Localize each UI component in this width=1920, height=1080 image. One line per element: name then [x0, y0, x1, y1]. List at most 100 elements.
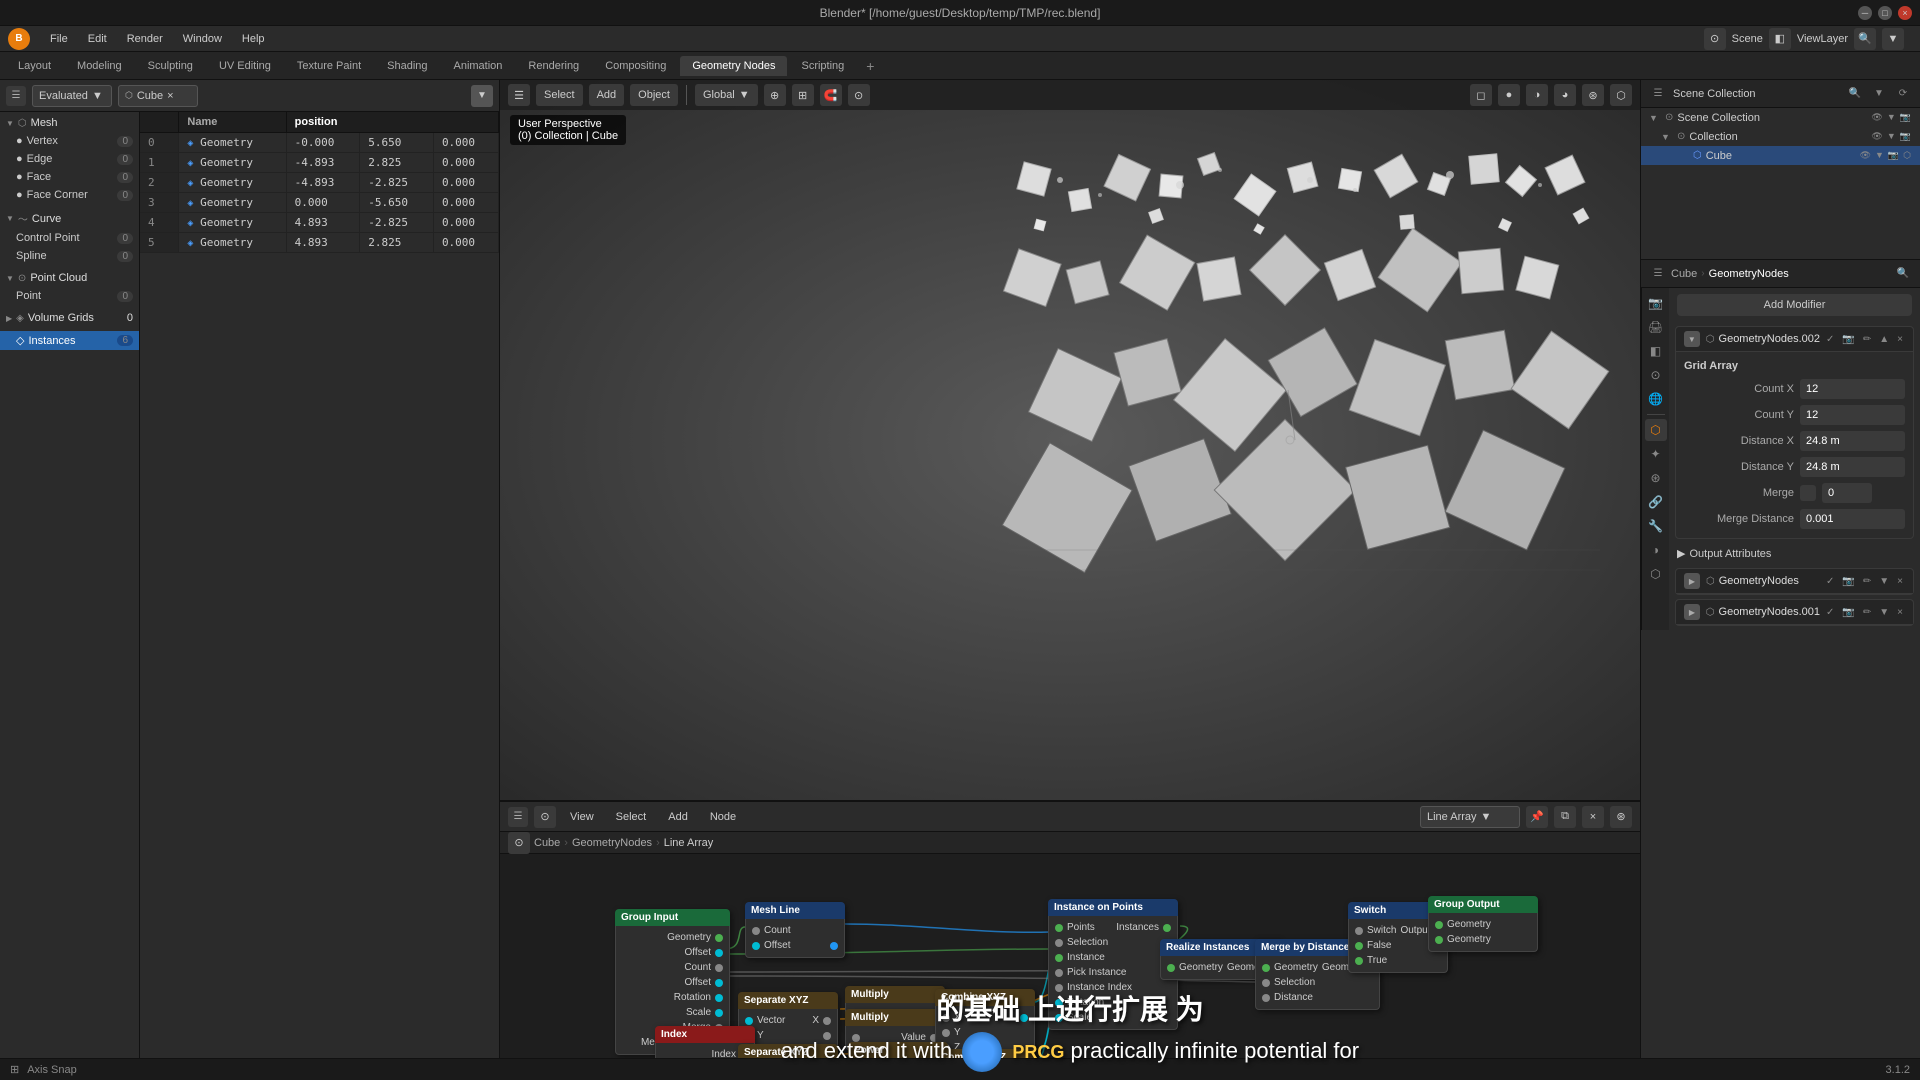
node-editor-type-dropdown[interactable]: Line Array ▼ — [1420, 806, 1520, 828]
props-output-icon[interactable]: 🖨 — [1645, 316, 1667, 338]
menu-window[interactable]: Window — [175, 31, 230, 47]
props-physics-icon[interactable]: ⊛ — [1645, 467, 1667, 489]
geonodes-edit-icon[interactable]: ✏ — [1861, 574, 1873, 589]
object-button[interactable]: Object — [630, 84, 678, 106]
props-data-icon[interactable]: ⬡ — [1645, 563, 1667, 585]
vis-eye-icon[interactable]: 👁 — [1870, 111, 1883, 124]
instance-on-points-node[interactable]: Instance on Points Points Instances Sele… — [1048, 899, 1178, 1030]
geonodes-close-icon[interactable]: × — [1895, 574, 1905, 589]
shading-material-icon[interactable]: ◑ — [1526, 84, 1548, 106]
cube-render-icon[interactable]: 📷 — [1887, 149, 1900, 162]
attr-face-corner[interactable]: ●Face Corner 0 — [0, 186, 139, 204]
spreadsheet-menu-icon[interactable]: ☰ — [6, 86, 26, 106]
coll-render-icon[interactable]: 📷 — [1899, 130, 1912, 143]
col-position[interactable]: position — [286, 112, 498, 133]
menu-help[interactable]: Help — [234, 31, 273, 47]
geonodes-002-expand-icon[interactable]: ▲ — [1877, 332, 1891, 347]
outliner-cube[interactable]: ⬡ Cube 👁 ▼ 📷 ⬡ — [1641, 146, 1920, 165]
shading-wire-icon[interactable]: ◻ — [1470, 84, 1492, 106]
geonodes-002-realtime-icon[interactable]: ✓ — [1824, 332, 1836, 347]
node-node-button[interactable]: Node — [702, 809, 744, 825]
tab-compositing[interactable]: Compositing — [593, 56, 678, 76]
node-add-button[interactable]: Add — [660, 809, 696, 825]
tab-sculpting[interactable]: Sculpting — [136, 56, 205, 76]
geonodes-001-edit-icon[interactable]: ✏ — [1861, 605, 1873, 620]
tab-shading[interactable]: Shading — [375, 56, 439, 76]
mode-dropdown[interactable]: Evaluated ▼ — [32, 85, 112, 107]
tab-rendering[interactable]: Rendering — [516, 56, 591, 76]
viewport-area[interactable]: ☰ Select Add Object Global ▼ ⊕ ⊞ 🧲 ⊙ ◻ ●… — [500, 80, 1640, 800]
viewport-scene[interactable] — [500, 80, 1640, 800]
coll-filter-icon[interactable]: ▼ — [1886, 130, 1897, 143]
tab-scripting[interactable]: Scripting — [789, 56, 856, 76]
node-select-button[interactable]: Select — [608, 809, 655, 825]
geonodes-rt-icon[interactable]: ✓ — [1824, 574, 1836, 589]
select-button[interactable]: Select — [536, 84, 583, 106]
props-constraints-icon[interactable]: 🔗 — [1645, 491, 1667, 513]
menu-file[interactable]: File — [42, 31, 76, 47]
node-copy-icon[interactable]: ⧉ — [1554, 806, 1576, 828]
group-output-node[interactable]: Group Output Geometry Geometry — [1428, 896, 1538, 952]
geonodes-002-render-icon[interactable]: 📷 — [1840, 332, 1856, 347]
xray-icon[interactable]: ⬡ — [1610, 84, 1632, 106]
geonodes-001-expand-icon[interactable]: ▼ — [1877, 605, 1891, 620]
tab-uv-editing[interactable]: UV Editing — [207, 56, 283, 76]
geonodes-002-close-icon[interactable]: × — [1895, 332, 1905, 347]
count-x-value[interactable]: 12 — [1800, 379, 1905, 399]
node-view-button[interactable]: View — [562, 809, 602, 825]
vis-filter-icon[interactable]: ▼ — [1886, 111, 1897, 124]
props-menu-icon[interactable]: ☰ — [1649, 265, 1667, 283]
tab-geometry-nodes[interactable]: Geometry Nodes — [680, 56, 787, 76]
geonodes-001-close-icon[interactable]: × — [1895, 605, 1905, 620]
props-geonodes-breadcrumb[interactable]: GeometryNodes — [1709, 268, 1789, 280]
merge-value[interactable]: 0 — [1822, 483, 1872, 503]
props-scene-icon[interactable]: ⊙ — [1645, 364, 1667, 386]
breadcrumb-geonodes[interactable]: GeometryNodes — [572, 837, 652, 849]
geonodes-001-render-icon[interactable]: 📷 — [1840, 605, 1856, 620]
add-button[interactable]: Add — [589, 84, 625, 106]
transform-icon-2[interactable]: ⊞ — [792, 84, 814, 106]
add-tab-button[interactable]: + — [858, 54, 882, 78]
props-cube-breadcrumb[interactable]: Cube — [1671, 268, 1697, 280]
outliner-collection[interactable]: ▼ ⊙ Collection 👁 ▼ 📷 — [1641, 127, 1920, 146]
close-button[interactable]: × — [1898, 6, 1912, 20]
geonodes-002-collapse-icon[interactable]: ▼ — [1684, 331, 1700, 347]
menu-render[interactable]: Render — [119, 31, 171, 47]
props-modifiers-icon[interactable]: 🔧 — [1645, 515, 1667, 537]
cube-vis-icon[interactable]: 👁 — [1859, 149, 1872, 162]
outliner-scene-collection[interactable]: ▼ ⊙ Scene Collection 👁 ▼ 📷 — [1641, 108, 1920, 127]
outliner-menu-icon[interactable]: ☰ — [1649, 85, 1667, 103]
node-editor-menu-icon[interactable]: ☰ — [508, 807, 528, 827]
add-modifier-button[interactable]: Add Modifier — [1677, 294, 1912, 316]
cube-geo-icon[interactable]: ⬡ — [1902, 149, 1912, 162]
outliner-filter-icon[interactable]: ▼ — [1870, 85, 1888, 103]
geonodes-001-collapse-icon[interactable]: ▶ — [1684, 604, 1700, 620]
node-canvas[interactable]: Group Input Geometry Offset Count — [500, 854, 1640, 1080]
props-world-icon[interactable]: 🌐 — [1645, 388, 1667, 410]
distance-x-value[interactable]: 24.8 m — [1800, 431, 1905, 451]
render-camera-icon[interactable]: 📷 — [1899, 111, 1912, 124]
tab-modeling[interactable]: Modeling — [65, 56, 134, 76]
merge-checkbox[interactable] — [1800, 485, 1816, 501]
mesh-line-node[interactable]: Mesh Line Count Offset — [745, 902, 845, 958]
outliner-sync-icon[interactable]: ⟳ — [1894, 85, 1912, 103]
coll-vis-icon[interactable]: 👁 — [1870, 130, 1883, 143]
attr-spline[interactable]: Spline 0 — [0, 247, 139, 265]
proportional-icon[interactable]: ⊙ — [848, 84, 870, 106]
props-particles-icon[interactable]: ✦ — [1645, 443, 1667, 465]
count-y-value[interactable]: 12 — [1800, 405, 1905, 425]
outliner-search-icon[interactable]: 🔍 — [1846, 85, 1864, 103]
node-close-icon[interactable]: × — [1582, 806, 1604, 828]
props-shading-icon[interactable]: ◑ — [1645, 539, 1667, 561]
props-render-icon[interactable]: 📷 — [1645, 292, 1667, 314]
mesh-section-header[interactable]: ▼ ⬡ Mesh — [0, 114, 139, 132]
cube-filter-icon[interactable]: ▼ — [1874, 149, 1885, 162]
props-search-icon[interactable]: 🔍 — [1894, 265, 1912, 283]
attr-control-point[interactable]: Control Point 0 — [0, 229, 139, 247]
node-overlay-icon[interactable]: ⊛ — [1610, 806, 1632, 828]
snap-icon[interactable]: 🧲 — [820, 84, 842, 106]
attr-vertex[interactable]: ●Vertex 0 — [0, 132, 139, 150]
curve-section-header[interactable]: ▼ 〜 Curve — [0, 208, 139, 229]
merge-dist-value[interactable]: 0.001 — [1800, 509, 1905, 529]
minimize-button[interactable]: ─ — [1858, 6, 1872, 20]
